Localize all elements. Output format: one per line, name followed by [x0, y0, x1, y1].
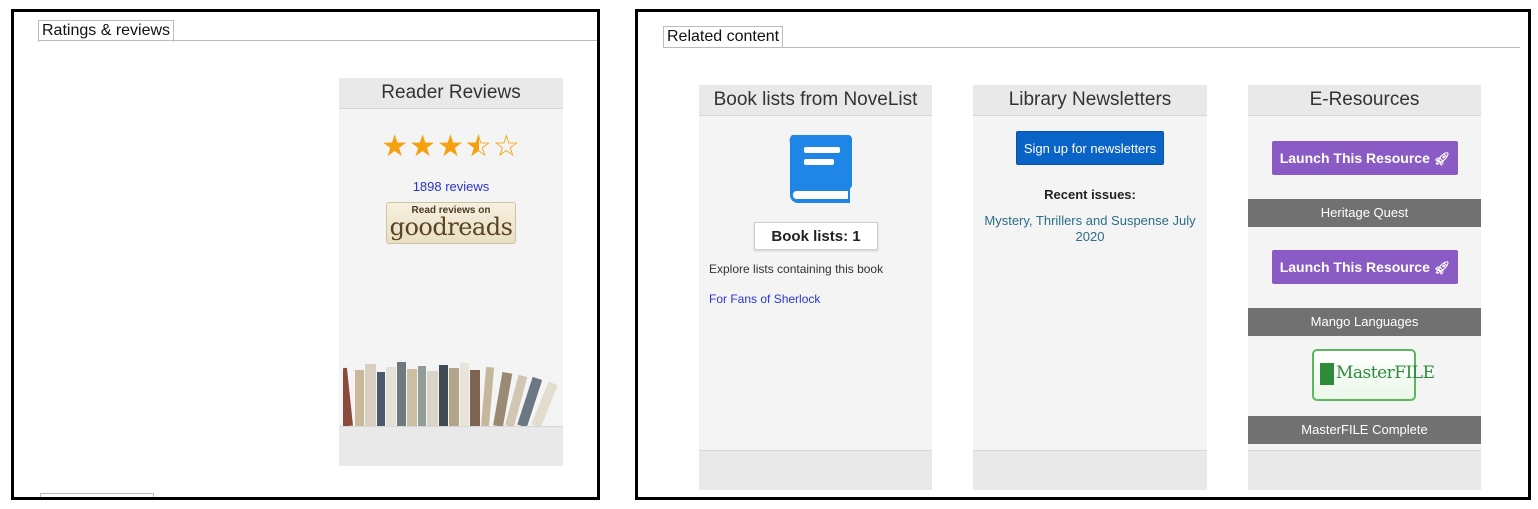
star-full-icon: ★	[381, 130, 410, 163]
goodreads-badge[interactable]: Read reviews on goodreads	[386, 202, 516, 244]
ratings-reviews-frame: Ratings & reviews Reader Reviews ★★★☆★☆ …	[11, 9, 600, 500]
launch-label: Launch This Resource	[1279, 150, 1430, 166]
book-list-link[interactable]: For Fans of Sherlock	[709, 292, 820, 306]
newsletter-signup-button[interactable]: Sign up for newsletters	[1015, 131, 1165, 165]
launch-label: Launch This Resource	[1279, 259, 1430, 275]
resource-name-mango-languages[interactable]: Mango Languages	[1248, 308, 1481, 336]
star-empty-icon: ☆	[492, 130, 521, 163]
resource-name-heritage-quest[interactable]: Heritage Quest	[1248, 199, 1481, 227]
goodreads-logo: goodreads	[389, 213, 513, 241]
section-divider	[663, 47, 1520, 48]
star-full-icon: ★	[409, 130, 438, 163]
novelist-panel: Book lists from NoveList Book lists: 1 E…	[699, 85, 932, 490]
rocket-icon: 🚀︎	[1433, 151, 1451, 166]
novelist-footer	[699, 450, 932, 490]
related-content-frame: Related content Book lists from NoveList…	[635, 9, 1531, 500]
section-divider	[38, 40, 597, 41]
star-rating: ★★★☆★☆	[339, 132, 563, 162]
rocket-icon: 🚀︎	[1433, 260, 1451, 275]
newsletter-issue-link[interactable]: Mystery, Thrillers and Suspense July 202…	[984, 213, 1195, 244]
newsletters-panel: Library Newsletters Sign up for newslett…	[973, 85, 1207, 490]
related-content-tab[interactable]: Related content	[663, 26, 784, 48]
book-lists-button[interactable]: Book lists: 1	[754, 222, 878, 250]
ratings-reviews-tab[interactable]: Ratings & reviews	[38, 20, 175, 42]
reader-reviews-title: Reader Reviews	[339, 78, 563, 109]
eresources-panel: E-Resources Launch This Resource 🚀︎ Heri…	[1248, 85, 1481, 490]
launch-resource-button[interactable]: Launch This Resource 🚀︎	[1272, 250, 1458, 284]
next-section-tab	[40, 493, 154, 497]
masterfile-mark-icon	[1320, 363, 1334, 385]
star-half-icon: ☆★	[464, 130, 493, 163]
newsletters-title: Library Newsletters	[973, 85, 1207, 116]
star-full-icon: ★	[437, 130, 465, 163]
resource-name-masterfile[interactable]: MasterFILE Complete	[1248, 416, 1481, 444]
launch-resource-button[interactable]: Launch This Resource 🚀︎	[1272, 141, 1458, 175]
book-icon	[789, 135, 852, 203]
reader-reviews-footer	[339, 426, 563, 466]
eresources-footer	[1248, 450, 1481, 490]
newsletters-footer	[973, 450, 1207, 490]
reviews-count-link[interactable]: 1898 reviews	[413, 179, 490, 194]
masterfile-logo[interactable]: MasterFILE	[1312, 349, 1435, 401]
recent-issues-label: Recent issues:	[1044, 187, 1136, 202]
novelist-title: Book lists from NoveList	[699, 85, 932, 116]
eresources-title: E-Resources	[1248, 85, 1481, 116]
explore-lists-text: Explore lists containing this book	[709, 262, 884, 276]
masterfile-logo-text: MasterFILE	[1336, 363, 1435, 383]
reader-reviews-panel: Reader Reviews ★★★☆★☆ 1898 reviews Read …	[339, 78, 563, 466]
bookshelf-image	[343, 362, 558, 426]
